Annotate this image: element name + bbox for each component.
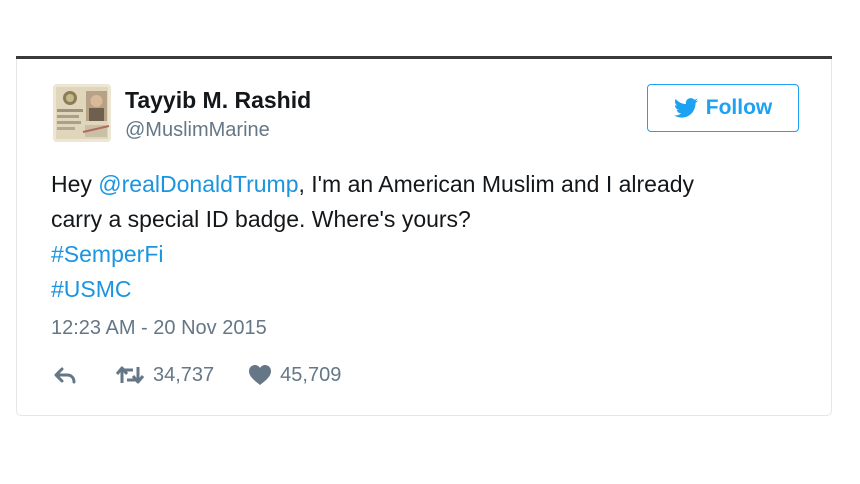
tweet-text: Hey @realDonaldTrump, I'm an American Mu… xyxy=(51,167,811,307)
hashtag-link-semperfi[interactable]: #SemperFi xyxy=(51,241,163,267)
avatar-image xyxy=(53,84,111,142)
heart-icon xyxy=(249,365,272,385)
user-handle[interactable]: @MuslimMarine xyxy=(125,119,270,142)
tweet-actions: 34,737 45,709 xyxy=(53,361,341,389)
tweet-line-2: carry a special ID badge. Where's yours? xyxy=(51,206,471,232)
hashtag-link-usmc[interactable]: #USMC xyxy=(51,276,132,302)
tweet-line-4: #USMC xyxy=(51,272,811,307)
twitter-bird-icon xyxy=(673,98,698,118)
retweet-icon xyxy=(115,366,145,384)
tweet-card: Tayyib M. Rashid @MuslimMarine Follow He… xyxy=(16,59,832,416)
like-button[interactable]: 45,709 xyxy=(248,364,341,387)
mention-link[interactable]: @realDonaldTrump xyxy=(98,171,298,197)
display-name[interactable]: Tayyib M. Rashid xyxy=(125,87,311,114)
tweet-line-1: Hey @realDonaldTrump, I'm an American Mu… xyxy=(51,167,811,202)
reply-button[interactable] xyxy=(53,365,77,385)
like-count: 45,709 xyxy=(280,363,342,386)
avatar[interactable] xyxy=(53,84,111,142)
reply-icon xyxy=(54,367,76,384)
tweet-text-segment: , I'm an American Muslim and I already xyxy=(298,171,695,197)
tweet-timestamp[interactable]: 12:23 AM - 20 Nov 2015 xyxy=(51,317,267,340)
retweet-count: 34,737 xyxy=(153,363,215,386)
follow-button[interactable]: Follow xyxy=(647,84,799,132)
follow-label: Follow xyxy=(705,96,773,119)
tweet-line-3: #SemperFi xyxy=(51,237,811,272)
tweet-text-segment: Hey xyxy=(51,171,99,197)
retweet-button[interactable]: 34,737 xyxy=(115,364,214,387)
